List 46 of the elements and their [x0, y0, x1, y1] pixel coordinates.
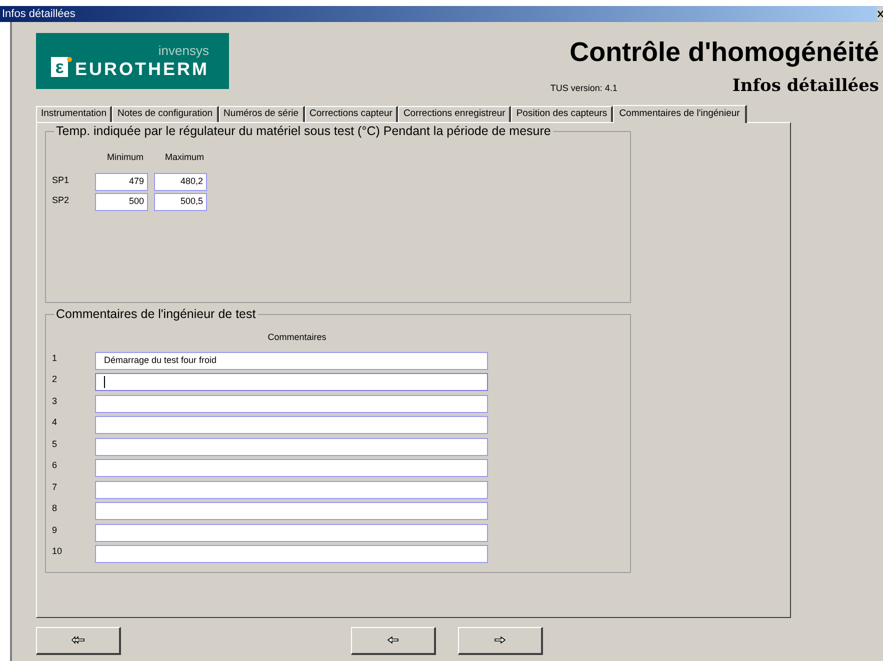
version-label: TUS version: 4.1 — [550, 82, 618, 95]
input-field[interactable] — [95, 416, 488, 434]
input-field[interactable] — [95, 459, 488, 477]
window-title: Infos détaillées — [1, 8, 76, 20]
logo-mark: ε — [55, 58, 64, 76]
page-subtitle: Infos détaillées — [732, 75, 879, 98]
previous-button[interactable] — [351, 626, 436, 654]
row-number: 9 — [51, 524, 58, 536]
input-field[interactable] — [95, 480, 488, 498]
input-field[interactable] — [95, 394, 488, 412]
row-label: SP2 — [51, 194, 70, 207]
input-field[interactable]: 480,2 — [154, 173, 207, 191]
row-number: 10 — [51, 545, 64, 558]
next-button[interactable] — [458, 626, 543, 654]
column-header: Commentaires — [268, 332, 326, 342]
row-number: 8 — [51, 502, 58, 515]
right-arrow-icon — [493, 636, 507, 644]
row-number: 3 — [51, 394, 58, 408]
close-icon[interactable] — [877, 7, 883, 21]
input-field[interactable] — [95, 545, 488, 563]
input-field[interactable]: 500,5 — [154, 193, 207, 211]
logo-brand: invensys — [158, 44, 209, 57]
left-arrow-icon — [386, 636, 400, 644]
row-number: 5 — [51, 438, 58, 450]
input-field[interactable] — [95, 524, 488, 542]
double-left-arrow-icon — [71, 636, 85, 644]
column-header: Maximum — [164, 150, 206, 164]
group-title: Temp. indiquée par le régulateur du matériel sous test (°C) Pendant la période de mesure — [54, 122, 553, 138]
row-number: 1 — [51, 352, 58, 364]
row-number: 2 — [51, 373, 58, 386]
input-field[interactable] — [95, 373, 488, 391]
input-field[interactable] — [95, 438, 488, 456]
column-header: Minimum — [106, 150, 145, 164]
row-label: SP1 — [51, 174, 70, 187]
row-number: 6 — [51, 459, 58, 472]
input-field[interactable]: Démarrage du test four froid — [95, 352, 488, 370]
tab[interactable]: Commentaires de l'ingénieur — [613, 104, 747, 122]
page-title: Contrôle d'homogénéité — [570, 39, 879, 66]
input-field[interactable]: 479 — [95, 173, 148, 191]
input-field[interactable]: 500 — [95, 193, 148, 211]
input-field[interactable] — [95, 502, 488, 520]
first-button[interactable] — [36, 626, 121, 654]
group-title: Commentaires de l'ingénieur de test — [54, 306, 258, 322]
row-number: 7 — [51, 480, 58, 494]
logo-name: EUROTHERM — [75, 60, 209, 78]
row-number: 4 — [51, 416, 58, 429]
